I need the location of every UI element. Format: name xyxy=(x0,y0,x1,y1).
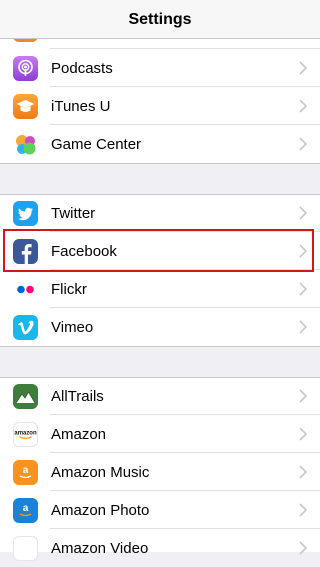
podcasts-icon xyxy=(13,55,38,81)
chevron-right-icon xyxy=(299,206,307,220)
settings-row-twitter[interactable]: Twitter xyxy=(0,194,320,232)
twitter-icon xyxy=(13,200,38,226)
chevron-right-icon xyxy=(299,427,307,441)
amazon-icon: amazon xyxy=(13,421,38,447)
amazon-music-icon: a xyxy=(13,459,38,485)
amazon-photo-icon: a xyxy=(13,497,38,523)
settings-row-label: Amazon Video xyxy=(51,539,149,557)
settings-row-label: Twitter xyxy=(51,204,96,222)
settings-row-vimeo[interactable]: Vimeo xyxy=(0,308,320,346)
svg-text:a: a xyxy=(23,503,29,514)
chevron-right-icon xyxy=(299,389,307,403)
itunes-u-icon xyxy=(13,93,38,119)
settings-row-amazon-music[interactable]: a Amazon Music xyxy=(0,453,320,491)
settings-row-label: Vimeo xyxy=(51,318,94,336)
settings-row-game-center[interactable]: Game Center xyxy=(0,125,320,163)
settings-row-label: Amazon xyxy=(51,425,107,443)
facebook-icon xyxy=(13,238,38,264)
settings-row-label: iTunes U xyxy=(51,97,111,115)
svg-text:a: a xyxy=(23,465,29,476)
settings-group-social: Twitter Facebook Flickr Vimeo xyxy=(0,194,320,347)
settings-row-label: Podcasts xyxy=(51,59,113,77)
chevron-right-icon xyxy=(299,320,307,334)
settings-row-amazon-photo[interactable]: a Amazon Photo xyxy=(0,491,320,529)
page-title: Settings xyxy=(128,10,192,28)
chevron-right-icon xyxy=(299,465,307,479)
settings-row-flickr[interactable]: Flickr xyxy=(0,270,320,308)
flickr-icon xyxy=(13,276,38,302)
chevron-right-icon xyxy=(299,244,307,258)
settings-row-label: Facebook xyxy=(51,242,117,260)
navigation-bar: Settings xyxy=(0,0,320,39)
chevron-right-icon xyxy=(299,61,307,75)
settings-row-facebook[interactable]: Facebook xyxy=(0,232,320,270)
settings-row-podcasts[interactable]: Podcasts xyxy=(0,49,320,87)
chevron-right-icon xyxy=(299,137,307,151)
chevron-right-icon xyxy=(299,541,307,555)
chevron-right-icon xyxy=(299,503,307,517)
chevron-right-icon xyxy=(299,99,307,113)
settings-row-label: Game Center xyxy=(51,135,142,153)
amazon-video-icon xyxy=(13,535,38,561)
settings-row-label: AllTrails xyxy=(51,387,104,405)
alltrails-icon xyxy=(13,383,38,409)
settings-row-itunes-u[interactable]: iTunes U xyxy=(0,87,320,125)
settings-row-alltrails[interactable]: AllTrails xyxy=(0,377,320,415)
settings-row-amazon[interactable]: amazon Amazon xyxy=(0,415,320,453)
settings-row-amazon-video[interactable]: Amazon Video xyxy=(0,529,320,567)
chevron-right-icon xyxy=(299,282,307,296)
game-center-icon xyxy=(13,131,38,157)
vimeo-icon xyxy=(13,314,38,340)
settings-row-label: Amazon Photo xyxy=(51,501,150,519)
settings-row-label: Amazon Music xyxy=(51,463,150,481)
settings-row-label: Flickr xyxy=(51,280,87,298)
amazon-icon-wordmark: amazon xyxy=(14,430,37,436)
settings-group-third-party: AllTrails amazon Amazon a Amazon Music a xyxy=(0,377,320,561)
